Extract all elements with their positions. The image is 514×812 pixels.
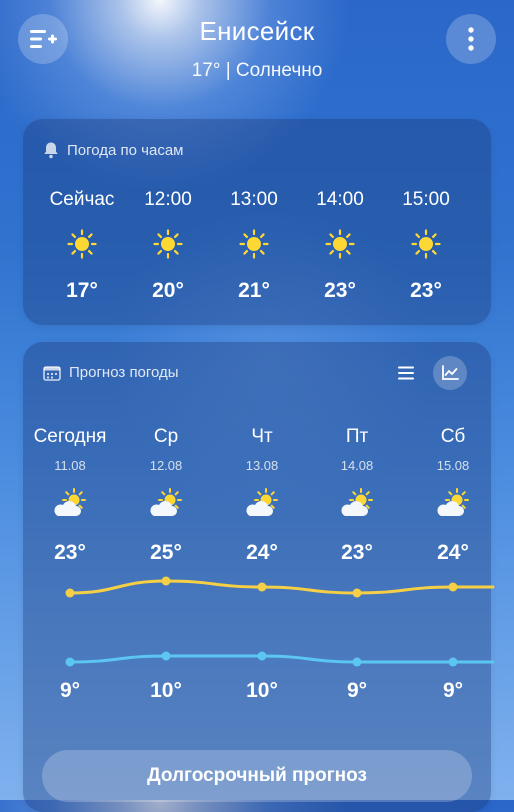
day-weather-icon xyxy=(22,488,118,520)
calendar-icon xyxy=(43,365,61,381)
hour-weather-icon xyxy=(125,229,211,259)
day-date: 11.08 xyxy=(54,458,86,473)
sun-icon xyxy=(153,229,183,259)
day-date: 12.08 xyxy=(149,458,183,473)
hour-temperature: 23° xyxy=(410,279,442,302)
day-high-temp: 23° xyxy=(54,541,86,564)
day-date: 13.08 xyxy=(245,458,279,473)
hourly-weather-card[interactable]: Погода по часам Сейчас 17° 12:00 20° 13:00 21… xyxy=(23,119,491,325)
day-date: 15.08 xyxy=(436,458,470,473)
day-weather-icon xyxy=(309,488,405,520)
hour-time: Сейчас xyxy=(49,189,115,210)
partly-cloudy-icon xyxy=(150,488,182,516)
hour-weather-icon xyxy=(39,229,125,259)
day-low-temp: 9° xyxy=(59,679,81,702)
hour-time: 14:00 xyxy=(316,189,364,210)
hourly-title: Погода по часам xyxy=(67,141,184,159)
partly-cloudy-icon xyxy=(246,488,278,516)
sun-icon xyxy=(411,229,441,259)
partly-cloudy-icon xyxy=(341,488,373,516)
hour-time: 13:00 xyxy=(230,189,278,210)
long-range-forecast-button[interactable]: Долгосрочный прогноз xyxy=(42,750,472,802)
day-name: Чт xyxy=(251,426,273,447)
day-date: 14.08 xyxy=(340,458,374,473)
day-high-temp: 24° xyxy=(246,541,278,564)
hourly-header: Погода по часам xyxy=(43,141,183,159)
day-high-temp: 23° xyxy=(341,541,373,564)
day-low-temp: 9° xyxy=(442,679,464,702)
hour-weather-icon xyxy=(383,229,469,259)
day-weather-icon xyxy=(214,488,310,520)
bell-icon xyxy=(44,142,58,159)
line-chart-icon xyxy=(442,365,459,380)
day-name: Сб xyxy=(440,426,466,447)
hour-time: 12:00 xyxy=(144,189,192,210)
hour-temperature: 20° xyxy=(152,279,184,302)
day-low-temp: 9° xyxy=(346,679,368,702)
day-high-temp: 25° xyxy=(150,541,182,564)
day-name: Сегодня xyxy=(33,426,107,447)
day-low-temp: 10° xyxy=(150,679,182,702)
hour-weather-icon xyxy=(211,229,297,259)
more-vertical-icon xyxy=(468,27,474,51)
current-conditions: 17° | Солнечно xyxy=(191,60,323,81)
more-options-button[interactable] xyxy=(446,14,496,64)
hour-temperature: 17° xyxy=(66,279,98,302)
list-view-button[interactable] xyxy=(389,356,423,390)
day-weather-icon xyxy=(405,488,501,520)
day-name: Ср xyxy=(153,426,179,447)
hour-time: 15:00 xyxy=(402,189,450,210)
partly-cloudy-icon xyxy=(54,488,86,516)
day-weather-icon xyxy=(118,488,214,520)
partly-cloudy-icon xyxy=(437,488,469,516)
forecast-header: Прогноз погоды xyxy=(43,364,179,381)
forecast-card[interactable]: Прогноз погоды Сегодня 11.08 23° 9° Ср 12.08 2… xyxy=(23,342,491,812)
day-high-temp: 24° xyxy=(437,541,469,564)
city-name: Енисейск xyxy=(199,16,315,46)
view-toggle xyxy=(389,356,467,390)
sun-icon xyxy=(239,229,269,259)
hour-temperature: 21° xyxy=(238,279,270,302)
sun-icon xyxy=(325,229,355,259)
forecast-title: Прогноз погоды xyxy=(69,364,179,381)
day-low-temp: 10° xyxy=(246,679,278,702)
sun-icon xyxy=(67,229,97,259)
hour-temperature: 23° xyxy=(324,279,356,302)
list-icon xyxy=(398,366,414,380)
hour-weather-icon xyxy=(297,229,383,259)
day-name: Пт xyxy=(345,426,369,447)
chart-view-button[interactable] xyxy=(433,356,467,390)
